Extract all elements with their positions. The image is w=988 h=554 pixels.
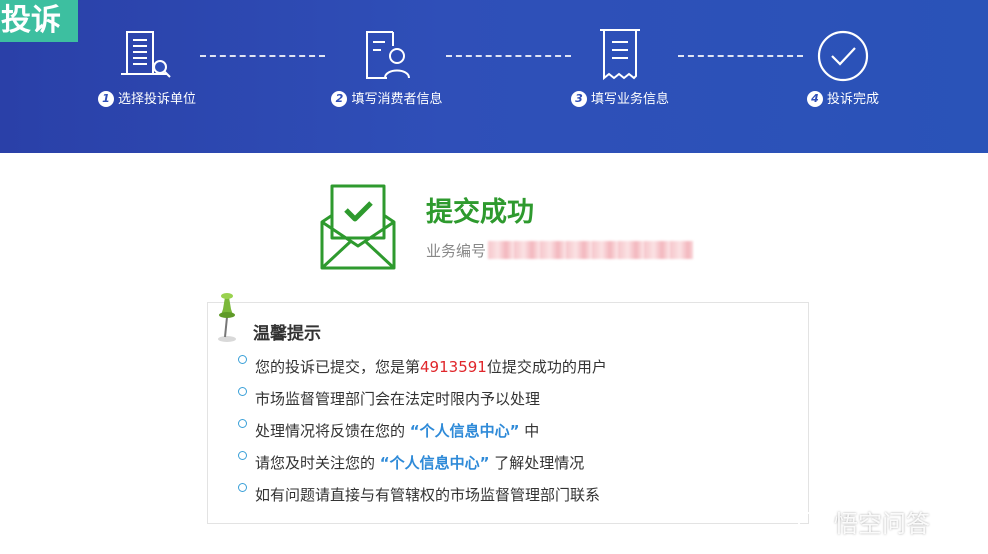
personal-center-link[interactable]: “个人信息中心” — [410, 422, 520, 440]
check-circle-icon — [817, 30, 869, 82]
step-4: 4 投诉完成 — [768, 26, 918, 116]
list-item: 您的投诉已提交，您是第4913591位提交成功的用户 — [238, 355, 798, 387]
success-title: 提交成功 — [426, 197, 534, 228]
building-search-icon — [121, 31, 171, 78]
pin-icon — [218, 293, 236, 342]
list-item: 市场监督管理部门会在法定时限内予以处理 — [238, 387, 798, 419]
tips-list: 您的投诉已提交，您是第4913591位提交成功的用户 市场监督管理部门会在法定时… — [238, 355, 798, 515]
redacted-number — [488, 241, 694, 259]
step-4-label: 4 投诉完成 — [768, 88, 918, 107]
chat-bubble-icon — [798, 512, 824, 536]
list-item: 处理情况将反馈在您的 “个人信息中心” 中 — [238, 419, 798, 451]
circle-bullet-icon — [238, 387, 247, 396]
step-3-label: 3 填写业务信息 — [545, 88, 695, 107]
personal-center-link[interactable]: “个人信息中心” — [380, 454, 490, 472]
submission-count: 4913591 — [420, 358, 487, 376]
step-connector — [200, 55, 325, 57]
complaint-tag: 投诉 — [0, 0, 78, 42]
step-2: 2 填写消费者信息 — [312, 26, 462, 116]
tips-box: 温馨提示 您的投诉已提交，您是第4913591位提交成功的用户 市场监督管理部门… — [207, 293, 809, 524]
watermark: 悟空问答 — [796, 504, 976, 540]
tips-title: 温馨提示 — [253, 324, 321, 344]
success-panel: 提交成功 业务编号 — [318, 182, 718, 274]
receipt-icon — [600, 29, 640, 81]
order-number: 业务编号 — [426, 240, 694, 261]
list-item: 如有问题请直接与有管辖权的市场监督管理部门联系 — [238, 483, 798, 515]
circle-bullet-icon — [238, 451, 247, 460]
step-1: 1 选择投诉单位 — [72, 26, 222, 116]
list-item: 请您及时关注您的 “个人信息中心” 了解处理情况 — [238, 451, 798, 483]
step-1-label: 1 选择投诉单位 — [72, 88, 222, 107]
circle-bullet-icon — [238, 419, 247, 428]
step-3: 3 填写业务信息 — [545, 26, 695, 116]
user-form-icon — [366, 31, 410, 79]
step-2-label: 2 填写消费者信息 — [312, 88, 462, 107]
progress-banner: 投诉 1 选择投诉单位 2 填写消费者信息 3 填写业务信息 4 投诉完成 — [0, 0, 988, 153]
envelope-check-icon — [320, 184, 396, 270]
circle-bullet-icon — [238, 355, 247, 364]
circle-bullet-icon — [238, 483, 247, 492]
